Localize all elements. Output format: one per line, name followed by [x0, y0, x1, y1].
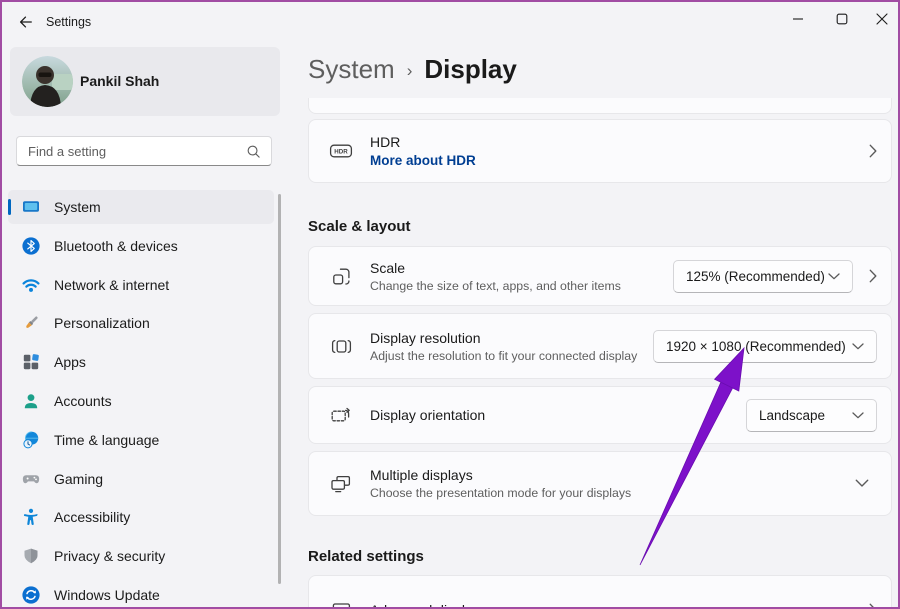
- display-resolution-icon: [328, 336, 354, 357]
- sidebar-item-label: Accessibility: [54, 509, 130, 525]
- hdr-badge-icon: HDR: [328, 140, 354, 162]
- sidebar-item-label: Accounts: [54, 393, 112, 409]
- settings-window: Settings Pankil Shah: [0, 0, 900, 609]
- chevron-down-icon: [852, 412, 864, 419]
- display-orientation-value: Landscape: [759, 408, 825, 423]
- sidebar-item-label: Apps: [54, 354, 86, 370]
- hdr-title: HDR: [370, 134, 476, 150]
- sidebar-item-personalization[interactable]: Personalization: [8, 306, 274, 340]
- display-orientation-card: Display orientation Landscape: [308, 386, 892, 444]
- multiple-displays-card[interactable]: Multiple displays Choose the presentatio…: [308, 451, 892, 516]
- avatar: [22, 56, 73, 107]
- sidebar-item-label: Time & language: [54, 432, 159, 448]
- display-resolution-title: Display resolution: [370, 330, 637, 346]
- close-icon: [876, 13, 888, 25]
- sidebar-item-label: Windows Update: [54, 587, 160, 603]
- sidebar-nav: System Bluetooth & devices Network & int…: [8, 190, 274, 609]
- sidebar-item-label: Gaming: [54, 471, 103, 487]
- sidebar-item-network[interactable]: Network & internet: [8, 268, 274, 302]
- brush-icon: [21, 313, 41, 333]
- minimize-icon: [792, 13, 804, 25]
- sidebar-item-label: System: [54, 199, 101, 215]
- close-button[interactable]: [866, 6, 898, 32]
- app-title: Settings: [46, 15, 91, 29]
- breadcrumb-parent[interactable]: System: [308, 54, 395, 85]
- sidebar-item-apps[interactable]: Apps: [8, 345, 274, 379]
- scale-dropdown-value: 125% (Recommended): [686, 269, 825, 284]
- profile-card: Pankil Shah: [10, 47, 280, 116]
- back-button[interactable]: [14, 12, 36, 32]
- minimize-button[interactable]: [782, 6, 814, 32]
- sidebar-item-privacy[interactable]: Privacy & security: [8, 539, 274, 573]
- sidebar-item-gaming[interactable]: Gaming: [8, 462, 274, 496]
- chevron-down-icon: [852, 343, 864, 350]
- gamepad-icon: [21, 469, 41, 489]
- display-orientation-title: Display orientation: [370, 407, 485, 423]
- scale-icon: [328, 266, 354, 287]
- breadcrumb-separator-icon: ›: [407, 61, 413, 81]
- multiple-displays-title: Multiple displays: [370, 467, 631, 483]
- chevron-right-icon: [869, 603, 877, 609]
- profile-name: Pankil Shah: [80, 73, 159, 89]
- sidebar-item-label: Personalization: [54, 315, 150, 331]
- display-resolution-subtitle: Adjust the resolution to fit your connec…: [370, 349, 637, 363]
- scale-card[interactable]: Scale Change the size of text, apps, and…: [308, 246, 892, 306]
- display-orientation-icon: [328, 405, 354, 426]
- display-resolution-card: Display resolution Adjust the resolution…: [308, 313, 892, 379]
- scale-subtitle: Change the size of text, apps, and other…: [370, 279, 621, 293]
- globe-clock-icon: [21, 430, 41, 450]
- apps-icon: [21, 352, 41, 372]
- bluetooth-icon: [21, 236, 41, 256]
- hdr-more-link[interactable]: More about HDR: [370, 153, 476, 168]
- multiple-displays-subtitle: Choose the presentation mode for your di…: [370, 486, 631, 500]
- page-title: Display: [424, 54, 517, 85]
- titlebar: Settings: [2, 2, 898, 42]
- sidebar-scrollbar[interactable]: [278, 194, 281, 584]
- sidebar-item-label: Bluetooth & devices: [54, 238, 178, 254]
- advanced-display-card[interactable]: Advanced display: [308, 575, 892, 609]
- search-box: [16, 136, 272, 166]
- search-input[interactable]: [17, 144, 246, 159]
- sidebar-item-time-language[interactable]: Time & language: [8, 423, 274, 457]
- expand-chevron-down-icon[interactable]: [855, 479, 869, 488]
- accessibility-icon: [21, 507, 41, 527]
- sidebar-item-accessibility[interactable]: Accessibility: [8, 500, 274, 534]
- chevron-right-icon: [869, 144, 877, 158]
- hdr-card[interactable]: HDR HDR More about HDR: [308, 119, 892, 183]
- system-icon: [21, 197, 41, 217]
- display-resolution-dropdown[interactable]: 1920 × 1080 (Recommended): [653, 330, 877, 363]
- chevron-down-icon: [828, 273, 840, 280]
- sidebar-item-bluetooth[interactable]: Bluetooth & devices: [8, 229, 274, 263]
- selected-indicator: [8, 199, 11, 215]
- sidebar-item-windows-update[interactable]: Windows Update: [8, 578, 274, 609]
- search-icon: [246, 144, 261, 159]
- partial-card-above: [308, 98, 892, 114]
- display-resolution-value: 1920 × 1080 (Recommended): [666, 339, 846, 354]
- svg-text:HDR: HDR: [334, 149, 348, 156]
- sidebar-item-label: Privacy & security: [54, 548, 165, 564]
- back-arrow-icon: [17, 14, 34, 30]
- scale-dropdown[interactable]: 125% (Recommended): [673, 260, 853, 293]
- section-header-related: Related settings: [308, 548, 424, 565]
- advanced-display-title: Advanced display: [370, 602, 480, 609]
- chevron-right-icon: [869, 269, 877, 283]
- maximize-button[interactable]: [826, 6, 858, 32]
- advanced-display-icon: [328, 600, 354, 609]
- scale-title: Scale: [370, 260, 621, 276]
- sidebar-item-system[interactable]: System: [8, 190, 274, 224]
- update-icon: [21, 585, 41, 605]
- sidebar-item-accounts[interactable]: Accounts: [8, 384, 274, 418]
- breadcrumb: System › Display: [308, 54, 517, 85]
- wifi-icon: [21, 275, 41, 295]
- shield-icon: [21, 546, 41, 566]
- maximize-icon: [836, 13, 848, 25]
- section-header-scale-layout: Scale & layout: [308, 218, 411, 235]
- sidebar-item-label: Network & internet: [54, 277, 169, 293]
- multiple-displays-icon: [328, 473, 354, 494]
- display-orientation-dropdown[interactable]: Landscape: [746, 399, 877, 432]
- person-icon: [21, 391, 41, 411]
